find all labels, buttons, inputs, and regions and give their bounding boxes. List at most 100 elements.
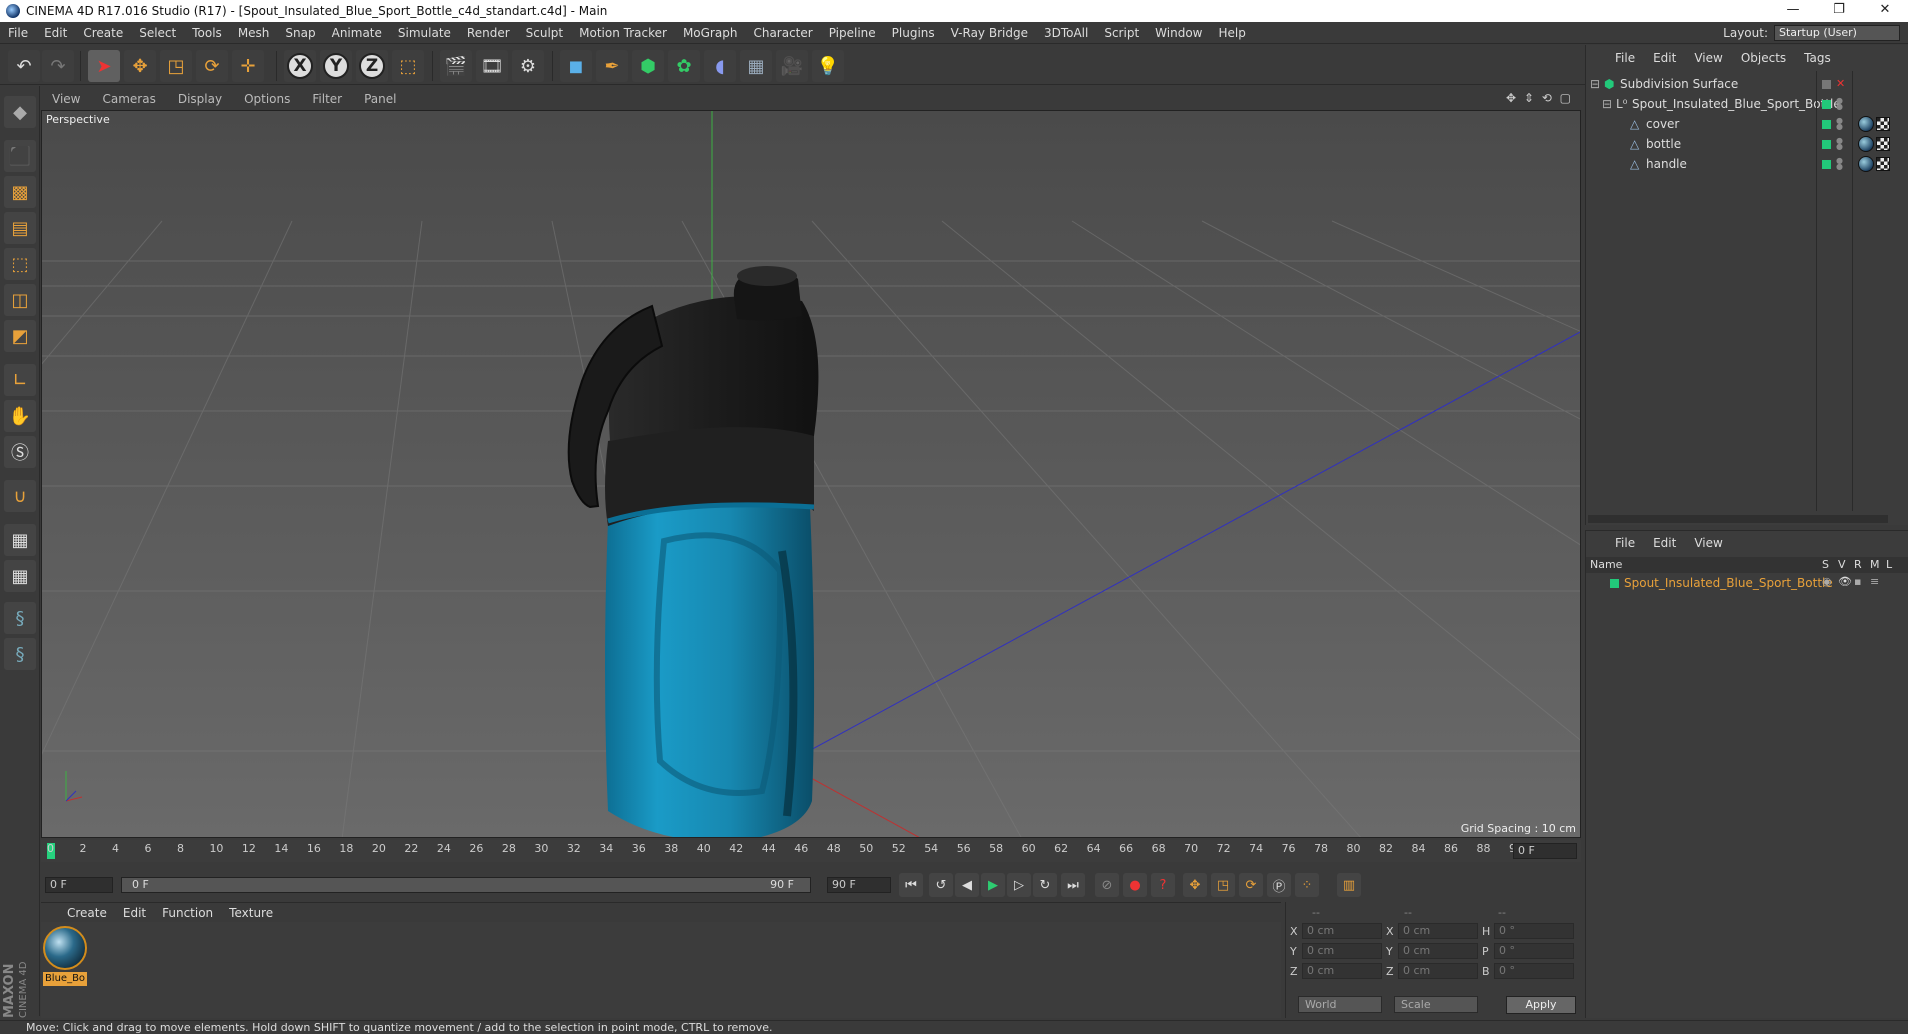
close-button[interactable]: ✕ — [1862, 0, 1908, 22]
menu-plugins[interactable]: Plugins — [884, 26, 943, 40]
collapse-icon[interactable]: ⊟ — [1590, 78, 1602, 90]
texture-tag-icon[interactable] — [1876, 157, 1890, 171]
live-select-icon[interactable]: ✛ — [232, 50, 264, 82]
layer-visible-icon[interactable]: 👁 — [1838, 575, 1852, 588]
material-tag-icon[interactable] — [1858, 156, 1874, 172]
layer-color-icon[interactable] — [1822, 119, 1831, 129]
rotation-b-field[interactable]: 0 ° — [1494, 963, 1574, 979]
menu-vray-bridge[interactable]: V-Ray Bridge — [943, 26, 1036, 40]
position-z-field[interactable]: 0 cm — [1302, 963, 1382, 979]
object-manager-scrollbar[interactable] — [1588, 515, 1888, 523]
menu-help[interactable]: Help — [1210, 26, 1253, 40]
locator-icon[interactable]: ∟ — [4, 364, 36, 396]
menu-snap[interactable]: Snap — [277, 26, 323, 40]
go-to-start-icon[interactable]: ⏮ — [899, 873, 923, 897]
layer-menu-edit[interactable]: Edit — [1644, 536, 1685, 550]
menu-window[interactable]: Window — [1147, 26, 1210, 40]
go-to-end-icon[interactable]: ⏭ — [1061, 873, 1085, 897]
axis-mode-icon[interactable]: ▤ — [4, 212, 36, 244]
subdivision-icon[interactable]: ⬢ — [632, 50, 664, 82]
edges-mode-icon[interactable]: ◫ — [4, 284, 36, 316]
menu-select[interactable]: Select — [131, 26, 184, 40]
viewport-menu-panel[interactable]: Panel — [353, 92, 407, 106]
layer-color-icon[interactable] — [1822, 139, 1831, 149]
previous-frame-icon[interactable]: ◀ — [955, 873, 979, 897]
magnet-icon[interactable]: ∪ — [4, 480, 36, 512]
end-frame-field[interactable]: 90 F — [827, 877, 891, 893]
layer-color-icon[interactable] — [1822, 159, 1831, 169]
menu-3dtoall[interactable]: 3DToAll — [1036, 26, 1096, 40]
size-mode-select[interactable]: Scale — [1394, 996, 1478, 1013]
start-frame-field[interactable]: 0 F — [45, 877, 113, 893]
visibility-dots-icon[interactable]: ● ● — [1836, 97, 1843, 111]
next-frame-icon[interactable]: ▷ — [1007, 873, 1031, 897]
material-preview-swatch[interactable] — [43, 926, 87, 970]
size-z-field[interactable]: 0 cm — [1398, 963, 1478, 979]
position-x-field[interactable]: 0 cm — [1302, 923, 1382, 939]
object-row-bottle-group[interactable]: ⊟ L⁰ Spout_Insulated_Blue_Sport_Bottle ●… — [1586, 94, 1882, 114]
menu-mesh[interactable]: Mesh — [230, 26, 278, 40]
render-picture-viewer-icon[interactable]: 🎞 — [476, 50, 508, 82]
menu-character[interactable]: Character — [745, 26, 820, 40]
snap-s-icon[interactable]: Ⓢ — [4, 436, 36, 468]
camera-icon[interactable]: 🎥 — [776, 50, 808, 82]
object-menu-file[interactable]: File — [1606, 51, 1644, 65]
material-tag-icon[interactable] — [1858, 116, 1874, 132]
key-scale-icon[interactable]: ◳ — [1211, 873, 1235, 897]
minimize-button[interactable]: — — [1770, 0, 1816, 22]
visibility-dots-icon[interactable]: ● ● — [1836, 137, 1843, 151]
grid-lock-icon[interactable]: ▦ — [4, 524, 36, 556]
x-axis-icon[interactable]: X — [284, 50, 316, 82]
object-menu-tags[interactable]: Tags — [1795, 51, 1840, 65]
select-arrow-icon[interactable]: ➤ — [88, 50, 120, 82]
object-menu-edit[interactable]: Edit — [1644, 51, 1685, 65]
viewport-menu-view[interactable]: View — [41, 92, 91, 106]
key-rotation-icon[interactable]: ⟳ — [1239, 873, 1263, 897]
object-row-handle[interactable]: △ handle ● ● — [1586, 154, 1890, 174]
collapse-icon[interactable]: ⊟ — [1602, 98, 1614, 110]
menu-create[interactable]: Create — [75, 26, 131, 40]
perspective-viewport[interactable]: Perspective Grid Spacing : 10 cm — [41, 110, 1581, 838]
menu-sculpt[interactable]: Sculpt — [518, 26, 571, 40]
object-row-cover[interactable]: △ cover ● ● — [1586, 114, 1890, 134]
record-icon[interactable]: ● — [1123, 873, 1147, 897]
object-mode-icon[interactable]: ⬛ — [4, 140, 36, 172]
material-menu-function[interactable]: Function — [154, 906, 221, 920]
menu-simulate[interactable]: Simulate — [390, 26, 459, 40]
viewport-menu-cameras[interactable]: Cameras — [91, 92, 166, 106]
floor-icon[interactable]: ▦ — [740, 50, 772, 82]
size-x-field[interactable]: 0 cm — [1398, 923, 1478, 939]
layer-color-icon[interactable] — [1822, 99, 1831, 109]
layer-render-icon[interactable]: ▪ — [1854, 575, 1861, 588]
layer-color-icon[interactable] — [1822, 79, 1831, 89]
material-menu-edit[interactable]: Edit — [115, 906, 154, 920]
texture-tag-icon[interactable] — [1876, 137, 1890, 151]
previous-key-icon[interactable]: ↺ — [929, 873, 953, 897]
viewport-menu-display[interactable]: Display — [167, 92, 233, 106]
pen-spline-icon[interactable]: ✒ — [596, 50, 628, 82]
key-position-icon[interactable]: ✥ — [1183, 873, 1207, 897]
menu-script[interactable]: Script — [1096, 26, 1147, 40]
workplane-icon[interactable]: ▦ — [4, 560, 36, 592]
texture-tag-icon[interactable] — [1876, 117, 1890, 131]
material-menu-create[interactable]: Create — [41, 906, 115, 920]
object-row-bottle[interactable]: △ bottle ● ● — [1586, 134, 1890, 154]
render-view-icon[interactable]: 🎬 — [440, 50, 472, 82]
polygons-mode-icon[interactable]: ◩ — [4, 320, 36, 352]
layer-row[interactable]: Spout_Insulated_Blue_Sport_Bottle ◉ 👁 ▪ … — [1586, 575, 1908, 593]
viewport-menu-filter[interactable]: Filter — [301, 92, 353, 106]
layer-menu-file[interactable]: File — [1606, 536, 1644, 550]
restore-button[interactable]: ❐ — [1816, 0, 1862, 22]
key-parameter-icon[interactable]: Ⓟ — [1267, 873, 1291, 897]
disabled-x-icon[interactable]: ✕ — [1836, 78, 1848, 90]
layer-menu-view[interactable]: View — [1685, 536, 1731, 550]
coordinate-mode-select[interactable]: World — [1298, 996, 1382, 1013]
rotation-p-field[interactable]: 0 ° — [1494, 943, 1574, 959]
deformer-icon[interactable]: ◖ — [704, 50, 736, 82]
menu-animate[interactable]: Animate — [324, 26, 390, 40]
object-row-subdivision-surface[interactable]: ⊟ ⬢ Subdivision Surface ✕ — [1586, 74, 1882, 94]
material-menu-texture[interactable]: Texture — [221, 906, 281, 920]
visibility-dots-icon[interactable]: ● ● — [1836, 157, 1843, 171]
size-y-field[interactable]: 0 cm — [1398, 943, 1478, 959]
render-settings-icon[interactable]: ⚙ — [512, 50, 544, 82]
